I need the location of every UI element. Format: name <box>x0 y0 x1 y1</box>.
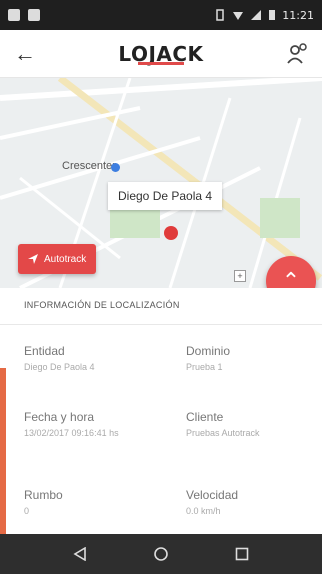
battery-icon <box>269 10 276 20</box>
nav-home-icon[interactable] <box>148 544 174 564</box>
app-bar: ← LOJACK <box>0 30 322 78</box>
location-info-panel: INFORMACIÓN DE LOCALIZACIÓN Entidad Dieg… <box>0 288 322 534</box>
nav-back-icon[interactable] <box>67 544 93 564</box>
message-icon <box>28 9 40 21</box>
field-dominio: Dominio Prueba 1 <box>186 344 231 372</box>
signal-icon <box>251 10 262 20</box>
info-header: INFORMACIÓN DE LOCALIZACIÓN <box>24 300 180 310</box>
wifi-icon <box>233 12 244 20</box>
field-fecha-hora: Fecha y hora 13/02/2017 09:16:41 hs <box>24 410 119 438</box>
status-time: 11:21 <box>282 8 314 22</box>
map-marker-label: Diego De Paola 4 <box>108 182 223 210</box>
android-nav-bar <box>0 534 322 574</box>
autotrack-label: Autotrack <box>44 253 87 265</box>
field-entidad: Entidad Diego De Paola 4 <box>24 344 95 372</box>
map-place-icon <box>111 163 120 172</box>
field-cliente: Cliente Pruebas Autotrack <box>186 410 260 438</box>
autotrack-button[interactable]: Autotrack <box>18 244 97 274</box>
map-zoom-icon[interactable]: + <box>234 270 246 282</box>
field-velocidad: Velocidad 0.0 km/h <box>186 488 239 516</box>
accent-strip <box>0 368 6 534</box>
navigation-arrow-icon <box>28 254 38 264</box>
nav-recents-icon[interactable] <box>229 544 255 564</box>
user-settings-icon[interactable] <box>286 42 308 65</box>
map-place-label: Crescenter <box>62 160 116 172</box>
field-rumbo: Rumbo 0 <box>24 488 63 516</box>
logo-underline <box>138 62 184 65</box>
status-bar: 11:21 <box>0 0 322 30</box>
notification-icon <box>8 9 20 21</box>
location-pin-icon[interactable] <box>164 226 178 240</box>
vibrate-icon <box>216 9 225 21</box>
back-arrow-icon[interactable]: ← <box>14 41 42 67</box>
divider <box>0 324 322 325</box>
